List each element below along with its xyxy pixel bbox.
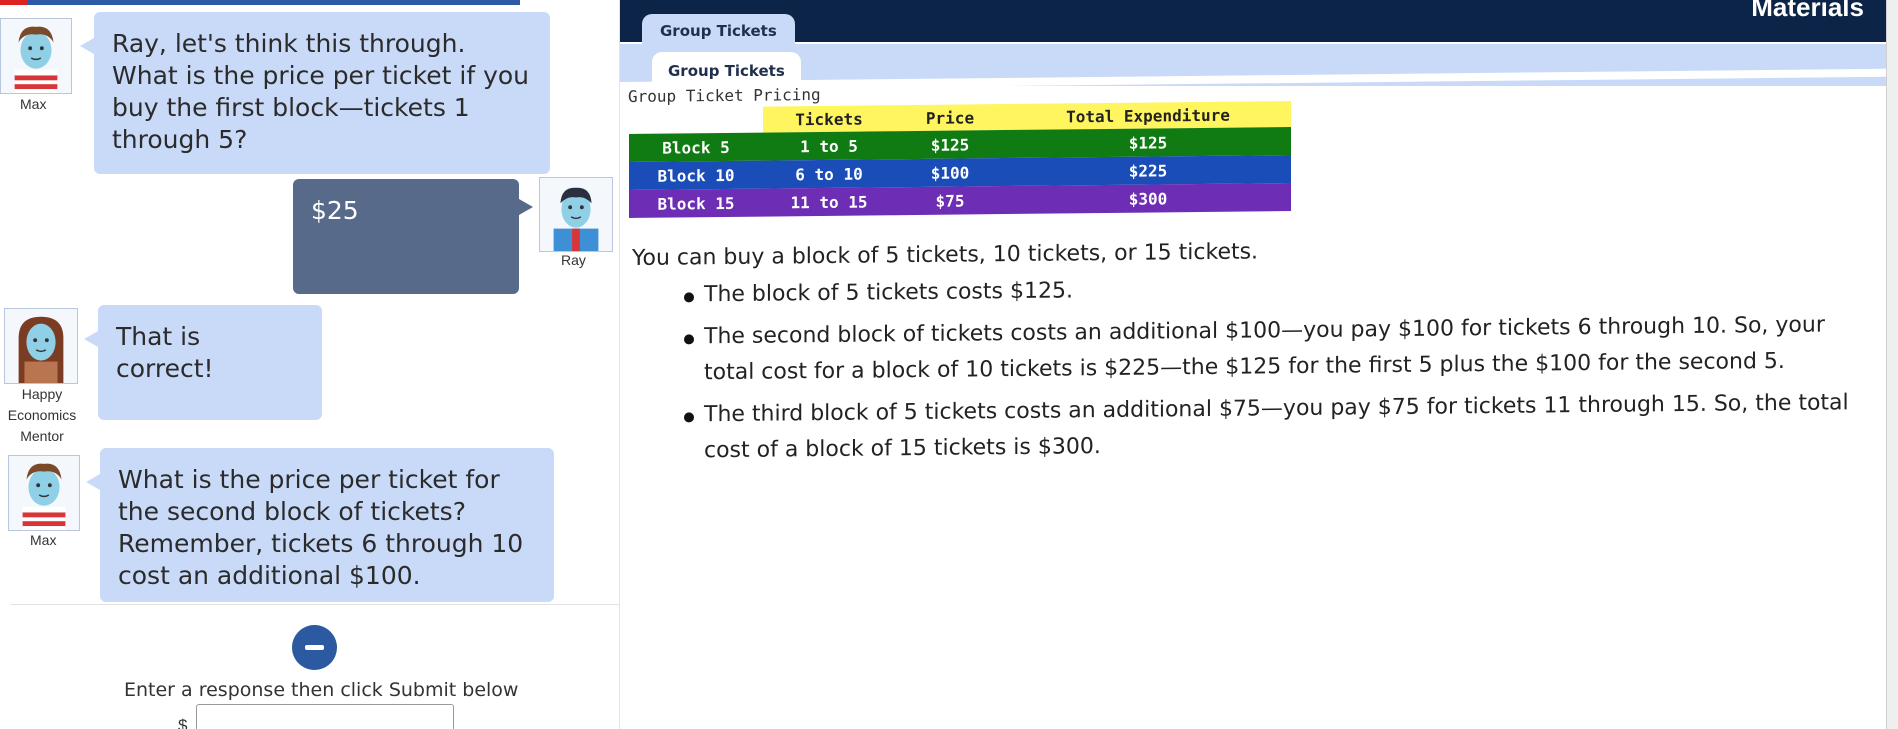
chat-bubble-max: What is the price per ticket for the sec… [86,448,554,602]
chat-bubble-max: Ray, let's think this through. What is t… [80,12,550,174]
max-avatar-icon [1,19,71,93]
table-cell: Block 5 [629,132,763,162]
table-cell: $125 [1005,127,1291,159]
chat-divider [10,604,620,605]
pricing-table-section: Group Ticket Pricing Tickets Price Total… [628,79,1291,218]
speaker-name: Max [30,532,57,548]
table-header-cell: Total Expenditure [1005,101,1291,131]
chat-top-bar-accent [0,0,28,5]
max-avatar-icon [9,456,79,530]
chat-message-text: $25 [311,196,359,225]
speaker-name: Happy Economics Mentor [7,386,77,444]
table-cell: $75 [895,186,1005,216]
currency-symbol: $ [178,716,188,729]
subtab-group-tickets[interactable]: Group Tickets [652,52,801,86]
response-input[interactable] [196,704,454,729]
table-cell: $300 [1005,183,1291,215]
avatar-mentor [4,308,78,384]
list-item: The third block of 5 tickets costs an ad… [684,385,1882,470]
avatar-ray [539,177,613,252]
table-cell: 11 to 15 [763,187,895,217]
materials-header: Materials [620,0,1886,42]
table-cell: $125 [895,130,1005,160]
chat-bubble-user: $25 [293,179,533,294]
list-item: The second block of tickets costs an add… [684,307,1882,392]
materials-title: Materials [1751,0,1864,22]
table-cell: $225 [1005,155,1291,187]
table-header-cell: Price [895,104,1005,132]
list-item: The block of 5 tickets costs $125. [684,265,1882,314]
vertical-scrollbar[interactable] [1886,0,1898,729]
materials-pane: Materials Group Tickets Group Tickets Gr… [620,0,1886,729]
table-cell: Block 15 [629,188,763,218]
table-row: Block 15 11 to 15 $75 $300 [629,183,1291,218]
chat-pane: Max Ray, let's think this through. What … [0,0,620,729]
speaker-name: Max [20,96,47,112]
chat-bubble-mentor: That is correct! [84,305,322,420]
chat-message-text: What is the price per ticket for the sec… [118,465,524,590]
pricing-explanation: You can buy a block of 5 tickets, 10 tic… [632,231,1882,476]
explanation-list: The block of 5 tickets costs $125. The s… [632,265,1882,470]
table-cell: $100 [895,158,1005,188]
chat-message-text: That is correct! [116,322,214,383]
avatar-max [8,455,80,531]
speaker-name: Ray [561,252,586,268]
tab-group-tickets[interactable]: Group Tickets [642,14,795,46]
ray-avatar-icon [540,178,612,251]
avatar-max [0,18,72,94]
table-cell: 1 to 5 [763,131,895,161]
pricing-table: Tickets Price Total Expenditure Block 5 … [629,101,1291,218]
chat-message-text: Ray, let's think this through. What is t… [112,29,530,154]
response-prompt: Enter a response then click Submit below [124,679,519,701]
table-cell: Block 10 [629,160,763,190]
collapse-button[interactable] [292,625,337,670]
mentor-avatar-icon [5,309,77,383]
table-cell: 6 to 10 [763,159,895,189]
table-header-cell [629,106,763,134]
table-header-cell: Tickets [763,105,895,133]
chat-top-bar [0,0,520,5]
